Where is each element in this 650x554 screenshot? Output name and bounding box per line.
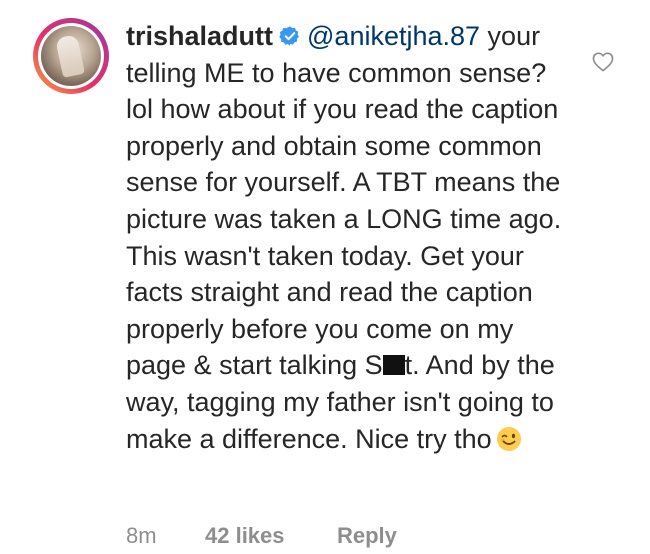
redaction-block [382, 355, 405, 376]
likes-count-link[interactable]: 42 likes [205, 523, 337, 549]
avatar-photo [41, 26, 101, 86]
comment-timestamp: 8m [126, 523, 157, 548]
avatar-ring [38, 23, 104, 89]
comment-username[interactable]: trishaladutt [126, 21, 273, 51]
winking-smile-emoji-icon [496, 426, 521, 451]
verified-badge-icon [279, 26, 299, 46]
reply-button[interactable]: Reply [337, 523, 397, 549]
comment-content: trishaladutt @aniketjha.87 your telling M… [126, 18, 576, 457]
comment-body-part1: your telling ME to have common sense? lo… [126, 21, 569, 381]
comment-mention[interactable]: @aniketjha.87 [307, 21, 480, 51]
comment: trishaladutt @aniketjha.87 your telling M… [0, 0, 650, 554]
comment-meta: 8m 42 likes Reply [126, 523, 397, 549]
avatar[interactable] [33, 18, 109, 94]
comment-text: trishaladutt @aniketjha.87 your telling M… [126, 18, 576, 457]
heart-outline-icon[interactable] [592, 52, 614, 72]
